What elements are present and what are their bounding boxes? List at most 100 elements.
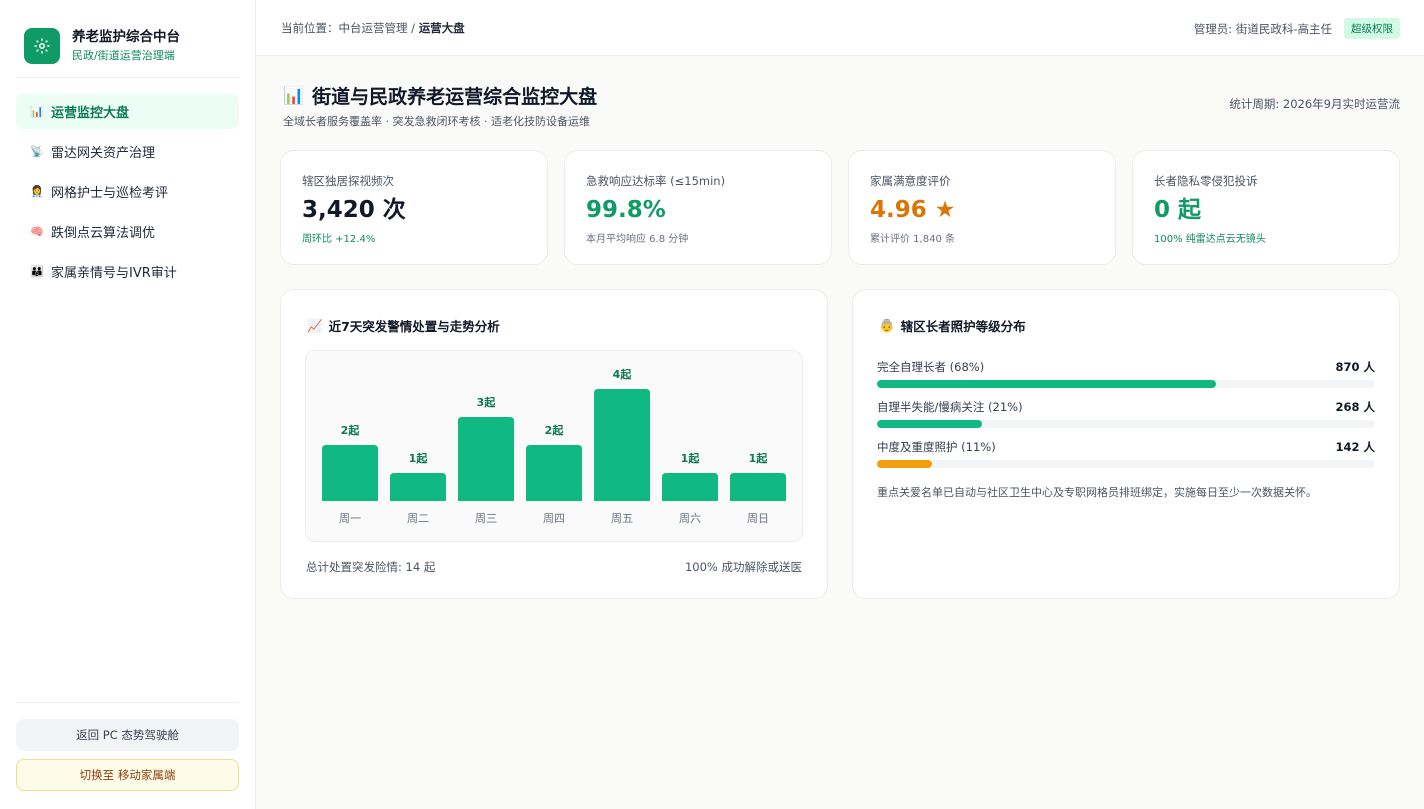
sidebar-item-radar-gateway[interactable]: 📡 雷达网关资产治理 bbox=[16, 134, 239, 169]
chart-value-label: 2起 bbox=[341, 423, 361, 437]
chart-bar bbox=[322, 445, 378, 501]
chart-bar bbox=[594, 389, 650, 501]
breadcrumb-path: 当前位置：中台运营管理 / bbox=[281, 21, 419, 35]
chart-bar bbox=[458, 417, 514, 501]
kpi-note: 累计评价 1,840 条 bbox=[870, 234, 955, 245]
chart-value-label: 3起 bbox=[477, 395, 497, 409]
admin-name: 管理员: 街道民政科-高主任 bbox=[1193, 21, 1332, 36]
page-header: 📊 街道与民政养老运营综合监控大盘 全域长者服务覆盖率 · 突发急救闭环考核 ·… bbox=[283, 82, 597, 129]
chart-value-label: 1起 bbox=[749, 451, 769, 465]
progress-fill bbox=[877, 380, 1216, 388]
kpi-card-privacy: 长者隐私零侵犯投诉 0 起 100% 纯雷达点云无镜头 bbox=[1132, 150, 1400, 265]
kpi-note: 本月平均响应 6.8 分钟 bbox=[586, 234, 689, 245]
care-level-row: 完全自理长者 (68%) 870 人 bbox=[877, 359, 1375, 388]
topbar: 当前位置：中台运营管理 / 运营大盘 管理员: 街道民政科-高主任 超级权限 bbox=[256, 0, 1424, 56]
progress-track bbox=[877, 460, 1375, 468]
chart-icon: 📊 bbox=[283, 85, 305, 106]
brain-icon: 🧠 bbox=[30, 225, 44, 238]
chart-value-label: 4起 bbox=[613, 367, 633, 381]
chart-total: 总计处置突发险情: 14 起 bbox=[306, 560, 436, 574]
sidebar-item-family-ivr[interactable]: 👪 家属亲情号与IVR审计 bbox=[16, 254, 239, 289]
chart-bar bbox=[730, 473, 786, 501]
chart-bar bbox=[662, 473, 718, 501]
card-title-text: 近7天突发警情处置与走势分析 bbox=[328, 319, 500, 334]
card-title-text: 辖区长者照护等级分布 bbox=[900, 319, 1026, 334]
kpi-label: 家属满意度评价 bbox=[870, 174, 951, 188]
permission-badge: 超级权限 bbox=[1344, 18, 1400, 39]
page-subtitle: 全域长者服务覆盖率 · 突发急救闭环考核 · 适老化技防设备运维 bbox=[283, 115, 590, 128]
family-icon: 👪 bbox=[30, 265, 44, 278]
back-to-pc-button[interactable]: 返回 PC 态势驾驶舱 bbox=[16, 719, 239, 751]
chart-category-label: 周三 bbox=[475, 512, 497, 525]
sidebar-divider bbox=[16, 702, 239, 703]
sidebar-nav: 📊 运营监控大盘 📡 雷达网关资产治理 👩‍⚕️ 网格护士与巡检考评 🧠 跌倒点… bbox=[16, 94, 239, 294]
kpi-card-satisfaction: 家属满意度评价 4.96 ★ 累计评价 1,840 条 bbox=[848, 150, 1116, 265]
satellite-icon: 📡 bbox=[30, 145, 44, 158]
kpi-label: 长者隐私零侵犯投诉 bbox=[1154, 174, 1258, 188]
bar-chart: 2起周一 1起周二 3起周三 2起周四 4起周五 1起周六 1起周日 bbox=[322, 367, 786, 525]
progress-track bbox=[877, 380, 1375, 388]
nurse-icon: 👩‍⚕️ bbox=[30, 185, 44, 198]
chart-category-label: 周日 bbox=[747, 512, 769, 525]
chart-bar bbox=[390, 473, 446, 501]
kpi-note: 100% 纯雷达点云无镜头 bbox=[1154, 234, 1266, 245]
care-level-count: 142 人 bbox=[1335, 440, 1375, 454]
kpi-note: 周环比 +12.4% bbox=[302, 234, 376, 245]
care-level-count: 870 人 bbox=[1335, 360, 1375, 374]
chart-category-label: 周五 bbox=[611, 512, 633, 525]
elder-icon: 👵 bbox=[879, 317, 895, 333]
switch-to-mobile-button[interactable]: 切换至 移动家属端 bbox=[16, 759, 239, 791]
care-level-row: 自理半失能/慢病关注 (21%) 268 人 bbox=[877, 399, 1375, 428]
sidebar-item-dashboard[interactable]: 📊 运营监控大盘 bbox=[16, 94, 239, 129]
chart-success-rate: 100% 成功解除或送医 bbox=[684, 560, 802, 574]
sidebar-item-label: 跌倒点云算法调优 bbox=[51, 226, 156, 241]
alert-trend-card: 📈 近7天突发警情处置与走势分析 2起周一 1起周二 3起周三 2起周四 4起周五 1起周… bbox=[280, 289, 828, 599]
sidebar: 养老监护综合中台 民政/街道运营治理端 📊 运营监控大盘 📡 雷达网关资产治理 … bbox=[0, 0, 256, 809]
kpi-label: 急救响应达标率 (≤15min) bbox=[586, 174, 726, 188]
kpi-label: 辖区独居探视频次 bbox=[302, 174, 394, 188]
chart-category-label: 周六 bbox=[679, 512, 701, 525]
brand-title: 养老监护综合中台 bbox=[72, 29, 180, 45]
page-title-text: 街道与民政养老运营综合监控大盘 bbox=[312, 86, 598, 108]
kpi-card-response-rate: 急救响应达标率 (≤15min) 99.8% 本月平均响应 6.8 分钟 bbox=[564, 150, 832, 265]
progress-fill bbox=[877, 460, 932, 468]
sidebar-item-label: 雷达网关资产治理 bbox=[51, 146, 156, 161]
chart-icon: 📊 bbox=[30, 105, 44, 118]
admin-info: 管理员: 街道民政科-高主任 超级权限 bbox=[1194, 18, 1400, 39]
chart-category-label: 周四 bbox=[543, 512, 565, 525]
brand: 养老监护综合中台 民政/街道运营治理端 bbox=[24, 28, 180, 64]
sidebar-item-label: 家属亲情号与IVR审计 bbox=[51, 266, 177, 281]
trend-chart-icon: 📈 bbox=[307, 317, 323, 333]
progress-track bbox=[877, 420, 1375, 428]
kpi-value: 99.8% bbox=[586, 197, 666, 223]
care-level-row: 中度及重度照护 (11%) 142 人 bbox=[877, 439, 1375, 468]
sidebar-item-nurse-inspection[interactable]: 👩‍⚕️ 网格护士与巡检考评 bbox=[16, 174, 239, 209]
breadcrumb: 当前位置：中台运营管理 / 运营大盘 bbox=[281, 20, 465, 36]
care-level-note: 重点关爱名单已自动与社区卫生中心及专职网格员排班绑定，实施每日至少一次数据关怀。 bbox=[877, 486, 1317, 499]
kpi-value: 0 起 bbox=[1154, 197, 1202, 223]
care-level-count: 268 人 bbox=[1335, 400, 1375, 414]
chart-bar bbox=[526, 445, 582, 501]
card-title: 👵 辖区长者照护等级分布 bbox=[879, 316, 1026, 335]
sidebar-item-label: 运营监控大盘 bbox=[51, 106, 130, 121]
chart-value-label: 1起 bbox=[409, 451, 429, 465]
sidebar-divider bbox=[16, 77, 239, 78]
page-title: 📊 街道与民政养老运营综合监控大盘 bbox=[283, 82, 597, 109]
gear-icon bbox=[24, 28, 60, 64]
kpi-card-visits: 辖区独居探视频次 3,420 次 周环比 +12.4% bbox=[280, 150, 548, 265]
kpi-value: 3,420 次 bbox=[302, 197, 406, 223]
care-level-card: 👵 辖区长者照护等级分布 完全自理长者 (68%) 870 人 自理半失能/慢病… bbox=[852, 289, 1400, 599]
sidebar-item-fall-algorithm[interactable]: 🧠 跌倒点云算法调优 bbox=[16, 214, 239, 249]
chart-value-label: 2起 bbox=[545, 423, 565, 437]
bar-chart-container: 2起周一 1起周二 3起周三 2起周四 4起周五 1起周六 1起周日 bbox=[305, 350, 803, 542]
chart-category-label: 周一 bbox=[339, 512, 361, 525]
kpi-value: 4.96 ★ bbox=[870, 197, 956, 223]
brand-subtitle: 民政/街道运营治理端 bbox=[72, 49, 175, 62]
care-level-label: 中度及重度照护 (11%) bbox=[877, 440, 996, 454]
statistics-period: 统计周期: 2026年9月实时运营流 bbox=[1229, 97, 1400, 111]
card-title: 📈 近7天突发警情处置与走势分析 bbox=[307, 316, 500, 335]
sidebar-item-label: 网格护士与巡检考评 bbox=[51, 186, 169, 201]
chart-value-label: 1起 bbox=[681, 451, 701, 465]
chart-category-label: 周二 bbox=[407, 512, 429, 525]
care-level-label: 自理半失能/慢病关注 (21%) bbox=[877, 400, 1023, 414]
